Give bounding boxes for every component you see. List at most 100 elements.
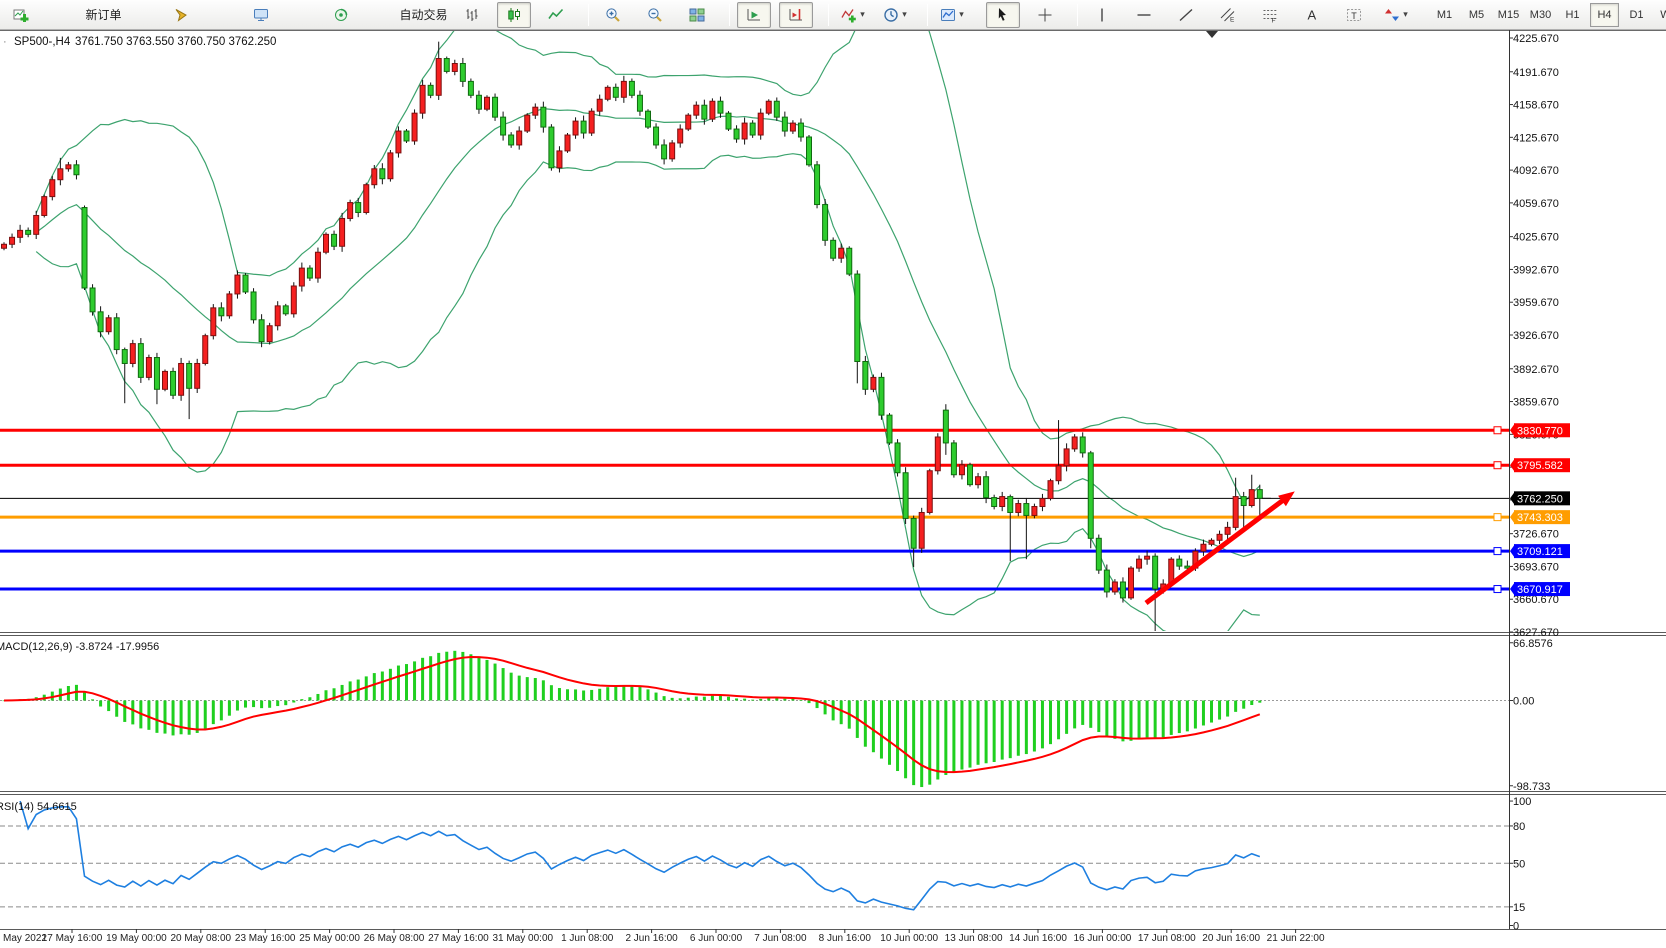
indicators-button[interactable]: ▾ [836, 2, 870, 28]
candle[interactable] [58, 158, 63, 185]
candle[interactable] [710, 98, 715, 122]
candle[interactable] [1209, 538, 1214, 546]
candle[interactable] [388, 150, 393, 182]
candle[interactable] [283, 304, 288, 316]
candle[interactable] [299, 263, 304, 292]
candle[interactable] [992, 495, 997, 510]
timeframe-m5-button[interactable]: M5 [1462, 3, 1491, 27]
candle[interactable] [831, 237, 836, 261]
candle[interactable] [2, 242, 7, 250]
candle[interactable] [879, 373, 884, 420]
candle[interactable] [1257, 485, 1262, 516]
candle[interactable] [452, 60, 457, 75]
timeframe-h4-button[interactable]: H4 [1590, 3, 1619, 27]
chevron-down-icon[interactable]: ▾ [860, 9, 865, 20]
candle[interactable] [179, 358, 184, 401]
candle[interactable] [686, 113, 691, 131]
candle[interactable] [259, 314, 264, 347]
chevron-down-icon[interactable]: ▾ [902, 9, 907, 20]
candle[interactable] [1064, 443, 1069, 471]
tile-windows-button[interactable] [680, 2, 714, 28]
candle[interactable] [943, 404, 948, 455]
candle[interactable] [251, 288, 256, 323]
candle[interactable] [895, 439, 900, 476]
candle[interactable] [541, 102, 546, 133]
candle[interactable] [66, 162, 71, 172]
candle[interactable] [863, 356, 868, 395]
candle[interactable] [1241, 492, 1246, 529]
level-handle[interactable] [1494, 514, 1501, 521]
candle[interactable] [436, 42, 441, 100]
chart-canvas[interactable]: 4225.6704191.6704158.6704125.6704092.670… [0, 30, 1666, 943]
candle[interactable] [1137, 555, 1142, 571]
candle[interactable] [613, 84, 618, 101]
candle[interactable] [976, 473, 981, 488]
candle[interactable] [243, 273, 248, 294]
candle[interactable] [1040, 494, 1045, 511]
candle[interactable] [927, 469, 932, 515]
candle[interactable] [332, 231, 337, 250]
level-handle[interactable] [1494, 427, 1501, 434]
candle[interactable] [654, 123, 659, 148]
candle[interactable] [501, 112, 506, 141]
timeframe-h1-button[interactable]: H1 [1558, 3, 1587, 27]
candle[interactable] [766, 99, 771, 115]
trendline-button[interactable] [1169, 2, 1203, 28]
candle[interactable] [1000, 492, 1005, 511]
horizontal-line-button[interactable] [1127, 2, 1161, 28]
candle[interactable] [34, 211, 39, 239]
candle[interactable] [790, 120, 795, 134]
candle[interactable] [1217, 531, 1222, 545]
vertical-line-button[interactable] [1085, 2, 1119, 28]
candle[interactable] [855, 270, 860, 383]
chart-shift-marker[interactable] [1206, 31, 1218, 38]
candle[interactable] [122, 348, 127, 404]
candle[interactable] [1201, 540, 1206, 556]
candle[interactable] [163, 369, 168, 391]
candle[interactable] [509, 132, 514, 148]
candle[interactable] [219, 302, 224, 321]
autotrading-button[interactable]: 自动交易 [404, 2, 438, 28]
candle[interactable] [839, 244, 844, 263]
candle[interactable] [782, 112, 787, 137]
candle[interactable] [380, 163, 385, 184]
candle[interactable] [154, 353, 159, 404]
candle[interactable] [82, 206, 87, 290]
chart-shift-button[interactable] [779, 2, 813, 28]
candle[interactable] [195, 359, 200, 393]
candle[interactable] [404, 129, 409, 143]
rsi-panel-divider[interactable] [0, 792, 1666, 795]
candle[interactable] [340, 213, 345, 252]
timeframe-m1-button[interactable]: M1 [1430, 3, 1459, 27]
candle[interactable] [1080, 432, 1085, 457]
candle[interactable] [1177, 555, 1182, 570]
candle[interactable] [1072, 434, 1077, 452]
candle[interactable] [935, 433, 940, 474]
candle[interactable] [444, 57, 449, 74]
candle[interactable] [646, 109, 651, 129]
candle[interactable] [307, 265, 312, 281]
zoom-in-button[interactable] [596, 2, 630, 28]
candle[interactable] [573, 117, 578, 138]
candle[interactable] [1129, 566, 1134, 600]
candle[interactable] [903, 467, 908, 524]
candle[interactable] [291, 282, 296, 317]
candle[interactable] [171, 368, 176, 399]
candle[interactable] [485, 95, 490, 111]
candle[interactable] [951, 440, 956, 478]
candle[interactable] [138, 338, 143, 383]
candle[interactable] [750, 120, 755, 138]
candle[interactable] [637, 91, 642, 116]
candle[interactable] [525, 113, 530, 133]
chart-window[interactable]: 4225.6704191.6704158.6704125.6704092.670… [0, 30, 1666, 943]
candle[interactable] [533, 103, 538, 118]
candlestick-button[interactable] [497, 2, 531, 28]
candle[interactable] [662, 139, 667, 164]
candle[interactable] [968, 463, 973, 487]
candle[interactable] [774, 97, 779, 120]
periods-button[interactable]: ▾ [878, 2, 912, 28]
candle[interactable] [734, 125, 739, 142]
candle[interactable] [90, 284, 95, 315]
cursor-button[interactable] [986, 2, 1020, 28]
candle[interactable] [815, 161, 820, 208]
